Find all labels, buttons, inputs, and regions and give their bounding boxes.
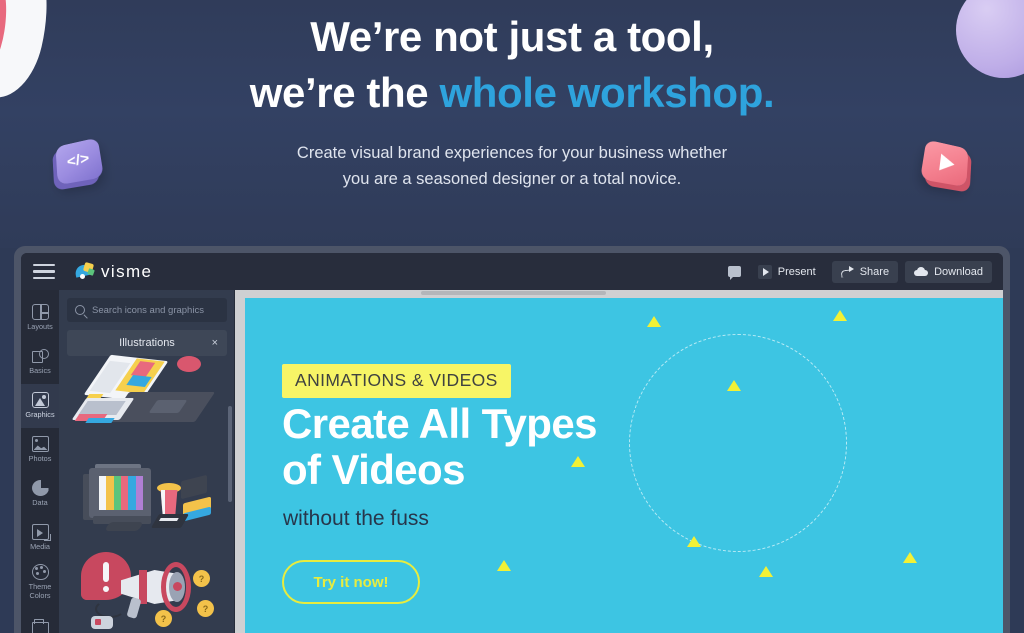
- slide-title[interactable]: Create All Types of Videos: [282, 400, 597, 494]
- sidebar-item-basics[interactable]: Basics: [21, 340, 59, 384]
- sidebar-item-label: Graphics: [25, 410, 55, 420]
- filter-chip-illustrations[interactable]: Illustrations ×: [67, 330, 227, 356]
- triangle-decoration: [903, 552, 917, 563]
- sidebar-item-label: Theme Colors: [28, 581, 52, 600]
- headline-plain: we’re the: [249, 69, 440, 117]
- sidebar-item-label: Layouts: [27, 322, 53, 332]
- photos-icon: [31, 436, 49, 453]
- search-container: Search icons and graphics: [59, 290, 235, 322]
- triangle-decoration: [571, 456, 585, 467]
- download-button[interactable]: Download: [905, 260, 992, 283]
- page-title: We’re not just a tool, we’re the whole w…: [0, 9, 1024, 122]
- close-icon[interactable]: ×: [212, 337, 218, 349]
- slide-badge[interactable]: ANIMATIONS & VIDEOS: [282, 364, 511, 398]
- sidebar-item-media[interactable]: Media: [21, 516, 59, 560]
- canvas-area: ANIMATIONS & VIDEOS Create All Types of …: [235, 290, 1003, 633]
- visme-mark-icon: [74, 261, 95, 281]
- editor-window-frame: visme Present Share Download Layouts Bas…: [14, 246, 1010, 633]
- sidebar-item-photos[interactable]: Photos: [21, 428, 59, 472]
- my-files-icon: [31, 618, 49, 633]
- triangle-decoration: [647, 316, 661, 327]
- visme-editor-app: visme Present Share Download Layouts Bas…: [21, 253, 1003, 633]
- present-button[interactable]: Present: [753, 261, 825, 283]
- theme-colors-icon: [31, 563, 49, 580]
- present-label: Present: [777, 265, 816, 278]
- triangle-decoration: [687, 536, 701, 547]
- brand-name: visme: [101, 261, 153, 281]
- tv-popcorn-illustration[interactable]: [71, 458, 223, 542]
- download-label: Download: [934, 265, 983, 278]
- filter-chip-label: Illustrations: [119, 337, 175, 349]
- hamburger-icon[interactable]: [33, 263, 55, 280]
- sidebar-item-graphics[interactable]: Graphics: [21, 384, 59, 428]
- page-subtitle: Create visual brand experiences for your…: [0, 140, 1024, 193]
- search-icon: [75, 305, 85, 315]
- layouts-icon: [31, 304, 49, 321]
- assets-panel: Search icons and graphics Illustrations …: [59, 290, 235, 633]
- sidebar-item-layouts[interactable]: Layouts: [21, 296, 59, 340]
- dashed-circle-decoration: [629, 334, 847, 552]
- try-it-now-button[interactable]: Try it now!: [282, 560, 420, 604]
- thumbnail-list: [59, 354, 235, 632]
- brand-logo[interactable]: visme: [74, 261, 153, 282]
- share-label: Share: [859, 265, 890, 278]
- subhead-line-1: Create visual brand experiences for your…: [296, 143, 728, 162]
- triangle-decoration: [497, 560, 511, 571]
- slide-badge-label: ANIMATIONS & VIDEOS: [295, 370, 498, 390]
- play-icon: [757, 264, 772, 279]
- basics-icon: [31, 348, 49, 364]
- triangle-decoration: [833, 310, 847, 321]
- headline-accent: whole workshop.: [439, 69, 775, 117]
- slide-canvas[interactable]: ANIMATIONS & VIDEOS Create All Types of …: [245, 298, 1003, 633]
- sidebar-item-label: Media: [30, 542, 50, 552]
- sidebar-item-label: Photos: [28, 454, 52, 464]
- sidebar-item-data[interactable]: Data: [21, 472, 59, 516]
- app-body: Layouts Basics Graphics Photos Data Medi…: [21, 290, 1003, 633]
- cloud-download-icon: [914, 266, 929, 277]
- try-it-now-label: Try it now!: [313, 573, 389, 591]
- media-icon: [31, 524, 51, 542]
- slide-title-line-1: Create All Types: [282, 400, 597, 447]
- app-toolbar: visme Present Share Download: [21, 253, 1003, 290]
- sidebar-item-label: Data: [32, 498, 48, 508]
- sidebar-item-my-files[interactable]: [21, 604, 59, 633]
- comment-icon[interactable]: [724, 261, 746, 283]
- left-rail: Layouts Basics Graphics Photos Data Medi…: [21, 290, 59, 633]
- hero-section: </> We’re not just a tool, we’re the who…: [0, 0, 1024, 248]
- laptop-desk-illustration[interactable]: [71, 354, 223, 452]
- sidebar-item-label: Basics: [29, 366, 51, 376]
- triangle-decoration: [727, 380, 741, 391]
- sidebar-item-theme-colors[interactable]: Theme Colors: [21, 560, 59, 604]
- search-placeholder: Search icons and graphics: [92, 304, 204, 316]
- search-input[interactable]: Search icons and graphics: [67, 298, 227, 322]
- filter-chip-container: Illustrations ×: [59, 322, 235, 356]
- toolbar-actions: Present Share Download: [724, 260, 992, 283]
- slide-title-line-2: of Videos: [282, 446, 465, 494]
- triangle-decoration: [759, 566, 773, 577]
- slide-subtitle[interactable]: without the fuss: [283, 507, 429, 531]
- share-arrow-icon: [841, 266, 854, 277]
- canvas-horizontal-scrollbar[interactable]: [421, 291, 606, 295]
- subhead-line-2: you are a seasoned designer or a total n…: [342, 170, 682, 189]
- headline-line-2: we’re the whole workshop.: [0, 65, 1024, 121]
- graphics-icon: [31, 392, 49, 409]
- panel-scrollbar[interactable]: [228, 406, 232, 502]
- share-button[interactable]: Share: [831, 260, 899, 283]
- data-icon: [31, 480, 49, 497]
- headline-line-1: We’re not just a tool,: [310, 13, 714, 60]
- megaphone-illustration[interactable]: [71, 548, 223, 632]
